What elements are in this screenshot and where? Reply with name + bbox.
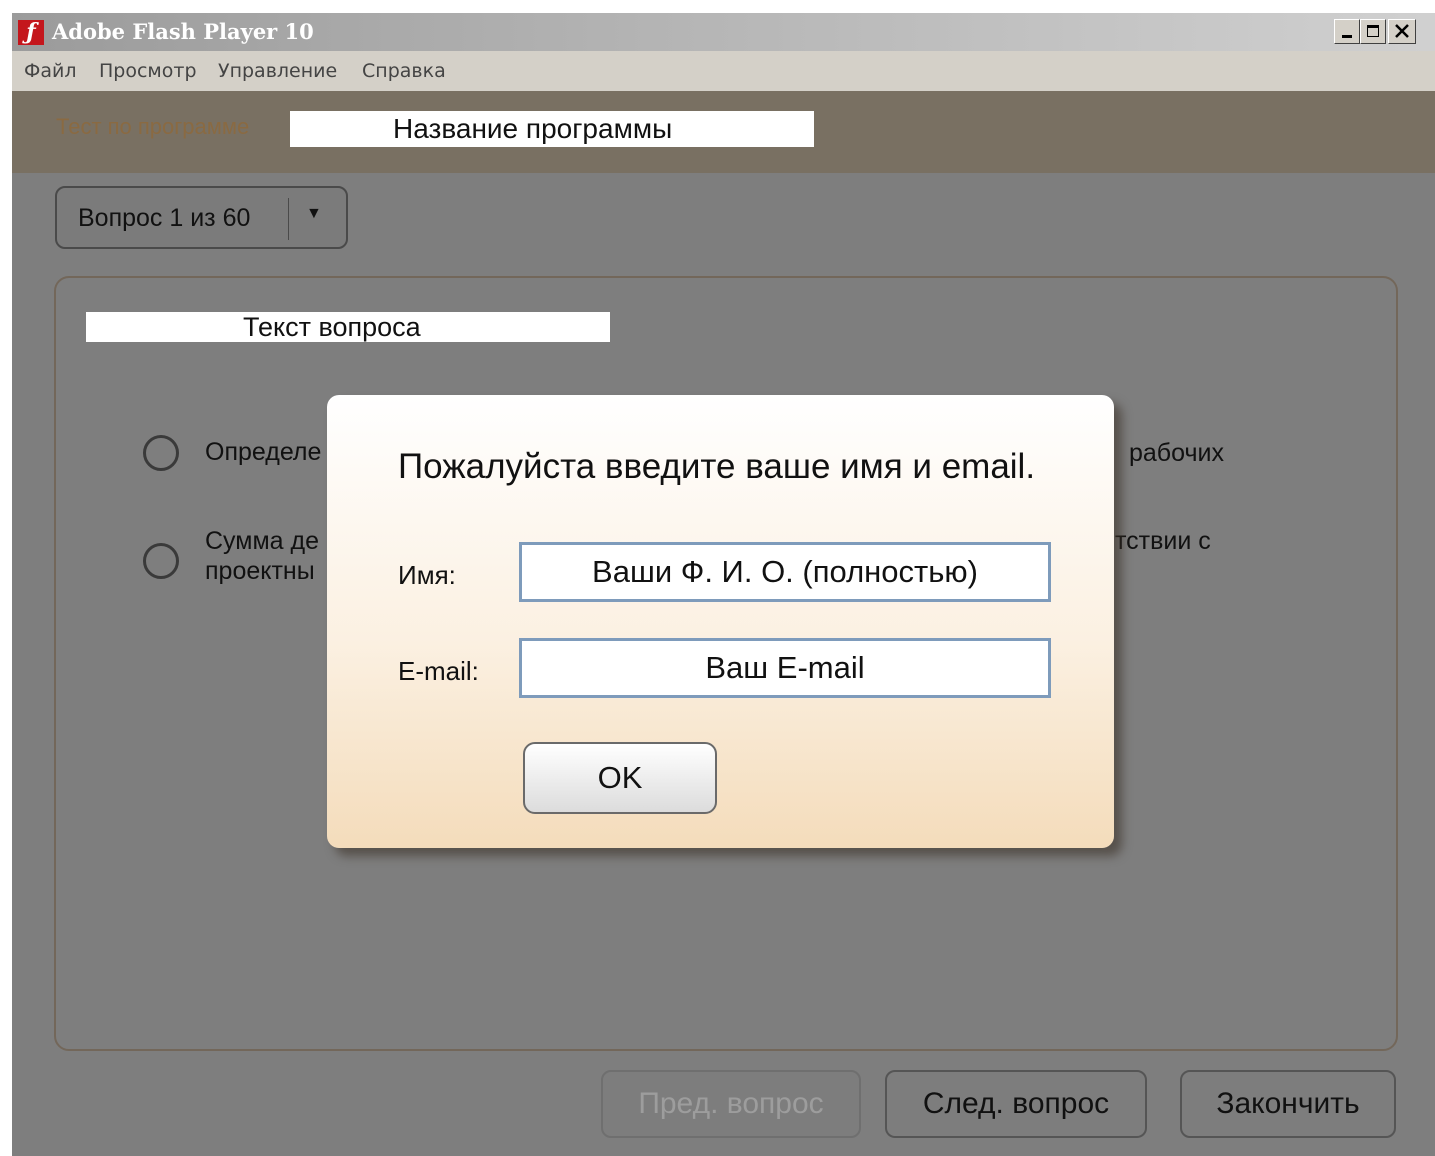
user-info-dialog: Пожалуйста введите ваше имя и email. Имя…: [327, 395, 1114, 848]
prev-question-button[interactable]: Пред. вопрос: [601, 1070, 861, 1138]
answer-text-2: Сумма де проектны: [205, 527, 319, 585]
menu-control[interactable]: Управление: [218, 60, 337, 82]
question-selector[interactable]: Вопрос 1 из 60 ▼: [55, 186, 348, 249]
chevron-down-icon[interactable]: ▼: [306, 205, 322, 223]
answer-text-2-end: тствии с: [1115, 527, 1211, 555]
ok-button[interactable]: OK: [523, 742, 717, 814]
menu-view[interactable]: Просмотр: [99, 60, 197, 82]
email-label: E-mail:: [398, 656, 479, 686]
question-selector-value: Вопрос 1 из 60: [78, 204, 251, 232]
email-field[interactable]: [519, 638, 1051, 698]
answer-radio-1[interactable]: [143, 435, 179, 471]
answer-text-1-end: рабочих: [1129, 439, 1224, 467]
window-title: Adobe Flash Player 10: [52, 19, 314, 44]
name-field[interactable]: [519, 542, 1051, 602]
next-question-button[interactable]: След. вопрос: [885, 1070, 1147, 1138]
maximize-icon[interactable]: [1360, 19, 1386, 44]
title-bar: ƒ Adobe Flash Player 10: [12, 13, 1435, 51]
dialog-title: Пожалуйста введите ваше имя и email.: [398, 447, 1036, 486]
finish-button[interactable]: Закончить: [1180, 1070, 1396, 1138]
answer-text-1: Определе: [205, 438, 322, 466]
menu-help[interactable]: Справка: [362, 60, 446, 82]
flash-player-window: ƒ Adobe Flash Player 10 Файл Просмотр Уп…: [12, 13, 1435, 1156]
dropdown-divider: [288, 198, 289, 240]
app-header: Тест по программе Название программы: [12, 91, 1435, 173]
answer-radio-2[interactable]: [143, 543, 179, 579]
menu-bar: Файл Просмотр Управление Справка: [12, 51, 1435, 91]
menu-file[interactable]: Файл: [24, 60, 77, 82]
minimize-icon[interactable]: [1334, 19, 1360, 44]
program-name: Название программы: [290, 111, 814, 147]
header-label: Тест по программе: [56, 114, 250, 139]
close-icon[interactable]: [1388, 19, 1416, 44]
question-text: Текст вопроса: [86, 312, 610, 342]
flash-logo-icon: ƒ: [18, 20, 44, 45]
name-label: Имя:: [398, 560, 456, 590]
